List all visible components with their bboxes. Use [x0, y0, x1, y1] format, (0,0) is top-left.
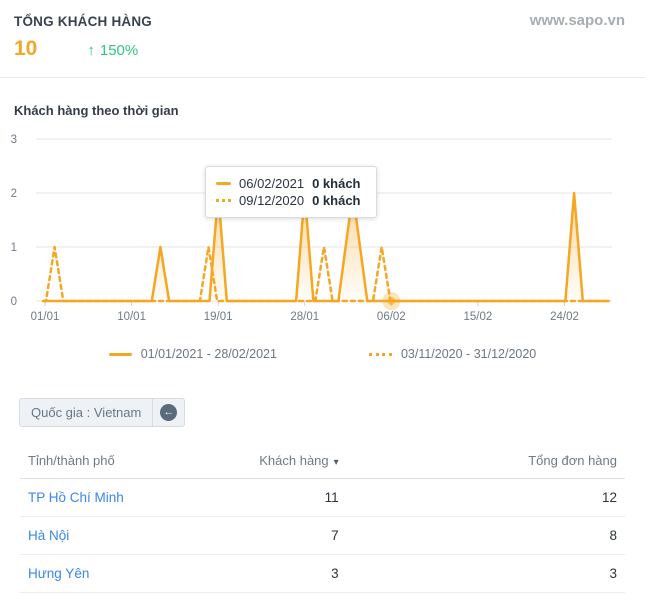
delta-badge: ↑ 150%: [87, 42, 138, 59]
dotted-line-swatch-icon: [368, 352, 392, 356]
customers-cell: 3: [201, 554, 347, 593]
x-tick-label: 06/02: [377, 311, 406, 323]
table-header-row: Tỉnh/thành phố Khách hàng ▾ Tổng đơn hàng: [20, 445, 625, 479]
x-tick-label: 28/01: [290, 311, 319, 323]
x-tick-label: 24/02: [550, 311, 579, 323]
country-filter-chip[interactable]: Quốc gia : Vietnam ←: [19, 398, 186, 427]
arrow-left-circle-icon: ←: [160, 404, 178, 421]
tooltip-row-current: 06/02/2021 0 khách: [216, 175, 366, 192]
column-header-customers[interactable]: Khách hàng ▾: [201, 445, 347, 479]
solid-line-swatch-icon: [108, 352, 132, 356]
province-link[interactable]: Hưng Yên: [20, 554, 202, 593]
delta-value: 150%: [99, 42, 139, 59]
legend-label: 01/01/2021 - 28/02/2021: [140, 347, 277, 361]
orders-cell: 8: [346, 516, 625, 555]
column-header-orders: Tổng đơn hàng: [346, 445, 625, 479]
orders-cell: 3: [346, 554, 625, 593]
tooltip-value: 0 khách: [312, 193, 361, 208]
dotted-line-marker-icon: [216, 199, 231, 202]
sapo-watermark: www.sapo.vn: [529, 12, 625, 29]
total-customers-value: 10: [14, 37, 38, 60]
chart-tooltip: 06/02/2021 0 khách 09/12/2020 0 khách: [205, 166, 377, 218]
legend-item-current-period[interactable]: 01/01/2021 - 28/02/2021: [108, 347, 277, 361]
chart-title: Khách hàng theo thời gian: [14, 103, 179, 118]
summary-stats: 10 ↑ 150%: [14, 38, 625, 59]
table-row: Hưng Yên 3 3: [20, 554, 625, 593]
x-tick-label: 15/02: [464, 311, 493, 323]
tooltip-value: 0 khách: [312, 176, 361, 191]
tooltip-row-previous: 09/12/2020 0 khách: [216, 192, 366, 209]
province-link[interactable]: Hà Nội: [20, 516, 202, 555]
y-tick-label: 3: [11, 134, 17, 146]
y-tick-label: 1: [11, 242, 17, 254]
chart-canvas[interactable]: 0 1 2 3 01/01 10/01 19/01 28/01 06/02 15/02 24/02: [0, 128, 645, 333]
highlight-point: [387, 297, 396, 305]
province-link[interactable]: TP Hồ Chí Minh: [20, 478, 202, 517]
series-line: [41, 245, 610, 303]
x-tick-label: 01/01: [31, 311, 60, 323]
customers-over-time-chart: 0 1 2 3 01/01 10/01 19/01 28/01 06/02 15/02 24/02 …: [0, 128, 645, 333]
solid-line-marker-icon: [216, 182, 231, 185]
legend-item-previous-period[interactable]: 03/11/2020 - 31/12/2020: [368, 347, 537, 361]
summary-header: TỔNG KHÁCH HÀNG 10 ↑ 150% www.sapo.vn: [0, 0, 645, 78]
x-tick-label: 19/01: [204, 311, 233, 323]
customers-cell: 11: [201, 478, 347, 517]
column-header-province: Tỉnh/thành phố: [20, 445, 202, 479]
x-tick-label: 10/01: [117, 311, 146, 323]
customers-cell: 7: [201, 516, 347, 555]
legend-label: 03/11/2020 - 31/12/2020: [400, 347, 537, 361]
province-table: Tỉnh/thành phố Khách hàng ▾ Tổng đơn hàng…: [20, 445, 625, 593]
y-tick-label: 2: [11, 188, 17, 200]
orders-cell: 12: [346, 478, 625, 517]
remove-filter-button[interactable]: ←: [152, 399, 184, 426]
table-row: TP Hồ Chí Minh 11 12: [20, 478, 625, 517]
tooltip-date: 06/02/2021: [239, 176, 305, 191]
chart-legend: 01/01/2021 - 28/02/2021 03/11/2020 - 31/…: [0, 347, 645, 361]
filter-chip-label: Quốc gia : Vietnam: [31, 405, 142, 420]
trend-up-icon: ↑: [87, 42, 95, 59]
tooltip-date: 09/12/2020: [239, 193, 305, 208]
y-tick-label: 0: [11, 296, 17, 308]
sort-desc-icon: ▾: [333, 457, 339, 468]
table-row: Hà Nội 7 8: [20, 516, 625, 555]
